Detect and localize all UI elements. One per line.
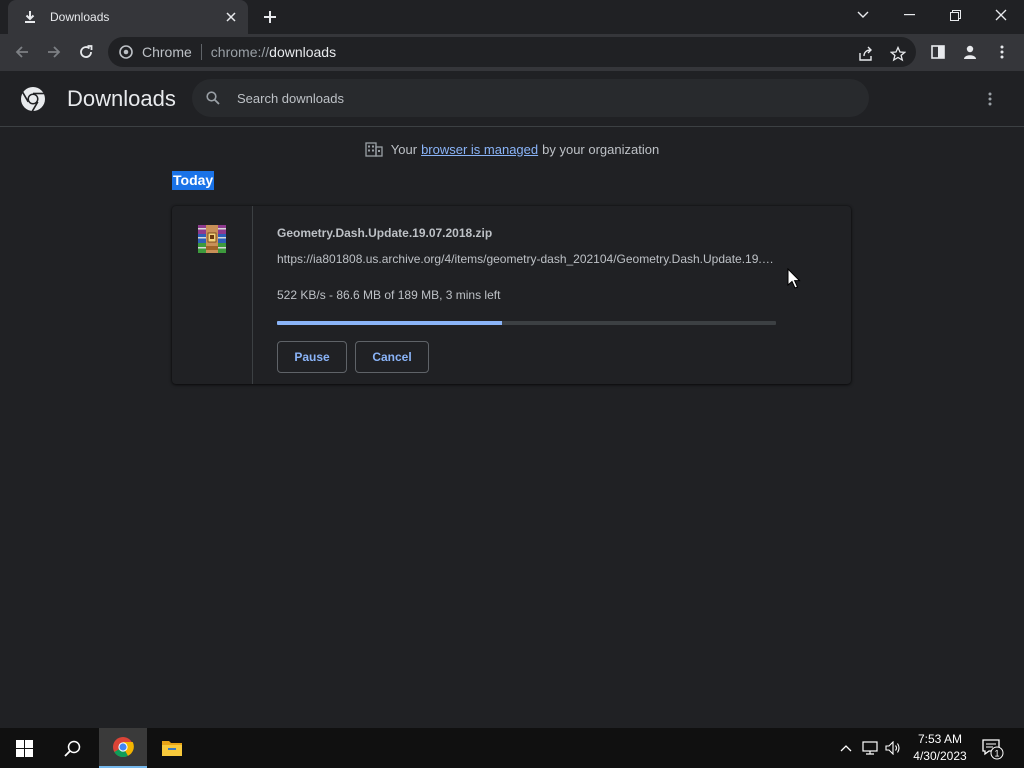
search-icon (63, 740, 80, 757)
start-button[interactable] (0, 728, 48, 768)
tab-title: Downloads (50, 10, 110, 24)
taskbar-chrome[interactable] (99, 728, 147, 768)
search-box[interactable] (192, 79, 869, 117)
clock-date: 4/30/2023 (913, 749, 967, 763)
managed-link[interactable]: browser is managed (421, 142, 538, 157)
system-clock[interactable]: 7:53 AM 4/30/2023 (908, 731, 972, 765)
volume-icon[interactable] (885, 740, 901, 756)
restore-button[interactable] (932, 0, 978, 30)
chrome-logo-icon (21, 87, 45, 112)
building-icon (365, 140, 383, 158)
page-title: Downloads (67, 86, 176, 111)
close-tab-icon[interactable] (222, 8, 240, 26)
card-divider (252, 206, 253, 384)
notification-count: 1 (994, 749, 999, 759)
download-progress-bar (277, 321, 776, 325)
profile-icon[interactable] (956, 38, 984, 66)
network-icon[interactable] (862, 740, 878, 756)
winrar-archive-icon (198, 225, 226, 253)
file-name-link[interactable]: Geometry.Dash.Update.19.07.2018.zip (277, 226, 492, 240)
download-item: Geometry.Dash.Update.19.07.2018.zip http… (172, 206, 851, 384)
title-bar: Downloads (0, 0, 1024, 34)
notification-center-icon[interactable]: 1 (980, 736, 1004, 760)
date-section-label: Today (172, 171, 215, 190)
close-window-button[interactable] (978, 0, 1024, 30)
managed-notice: Your browser is managed by your organiza… (0, 140, 1024, 158)
chrome-site-icon (118, 44, 134, 60)
download-icon (22, 9, 38, 25)
new-tab-button[interactable] (258, 5, 282, 29)
downloads-header: Downloads (0, 71, 1024, 127)
clock-time: 7:53 AM (917, 732, 963, 746)
taskbar-search-button[interactable] (48, 728, 96, 768)
side-panel-icon[interactable] (924, 38, 952, 66)
pause-button[interactable]: Pause (277, 341, 347, 373)
show-hidden-icons-icon[interactable] (838, 740, 854, 756)
browser-toolbar: Chrome chrome://downloads (0, 34, 1024, 71)
managed-prefix: Your (390, 141, 418, 157)
tab-downloads[interactable]: Downloads (8, 0, 248, 34)
reload-button[interactable] (72, 38, 100, 66)
site-name: Chrome (142, 44, 192, 60)
cancel-button[interactable]: Cancel (355, 341, 429, 373)
download-status: 522 KB/s - 86.6 MB of 189 MB, 3 mins lef… (277, 288, 501, 302)
taskbar-file-explorer[interactable] (148, 728, 196, 768)
search-input[interactable] (237, 90, 797, 106)
windows-logo-icon (15, 739, 33, 757)
progress-fill (277, 321, 502, 325)
search-icon (204, 89, 222, 107)
chrome-icon (113, 737, 134, 758)
share-icon[interactable] (856, 44, 876, 64)
bookmark-star-icon[interactable] (888, 44, 908, 64)
minimize-button[interactable] (886, 0, 932, 30)
more-actions-icon[interactable] (978, 87, 1002, 111)
mouse-cursor-icon (787, 268, 801, 289)
url-scheme: chrome:// (210, 44, 270, 60)
browser-menu-icon[interactable] (988, 38, 1016, 66)
source-url-link[interactable]: https://ia801808.us.archive.org/4/items/… (277, 252, 775, 266)
forward-button[interactable] (40, 38, 68, 66)
url-path: downloads (269, 44, 337, 60)
tab-search-icon[interactable] (840, 0, 886, 30)
folder-icon (162, 741, 182, 756)
omnibox-separator (200, 44, 202, 60)
windows-taskbar: 7:53 AM 4/30/2023 1 (0, 728, 1024, 768)
address-bar[interactable]: Chrome chrome://downloads (108, 37, 916, 67)
back-button[interactable] (8, 38, 36, 66)
managed-suffix: by your organization (542, 141, 660, 157)
